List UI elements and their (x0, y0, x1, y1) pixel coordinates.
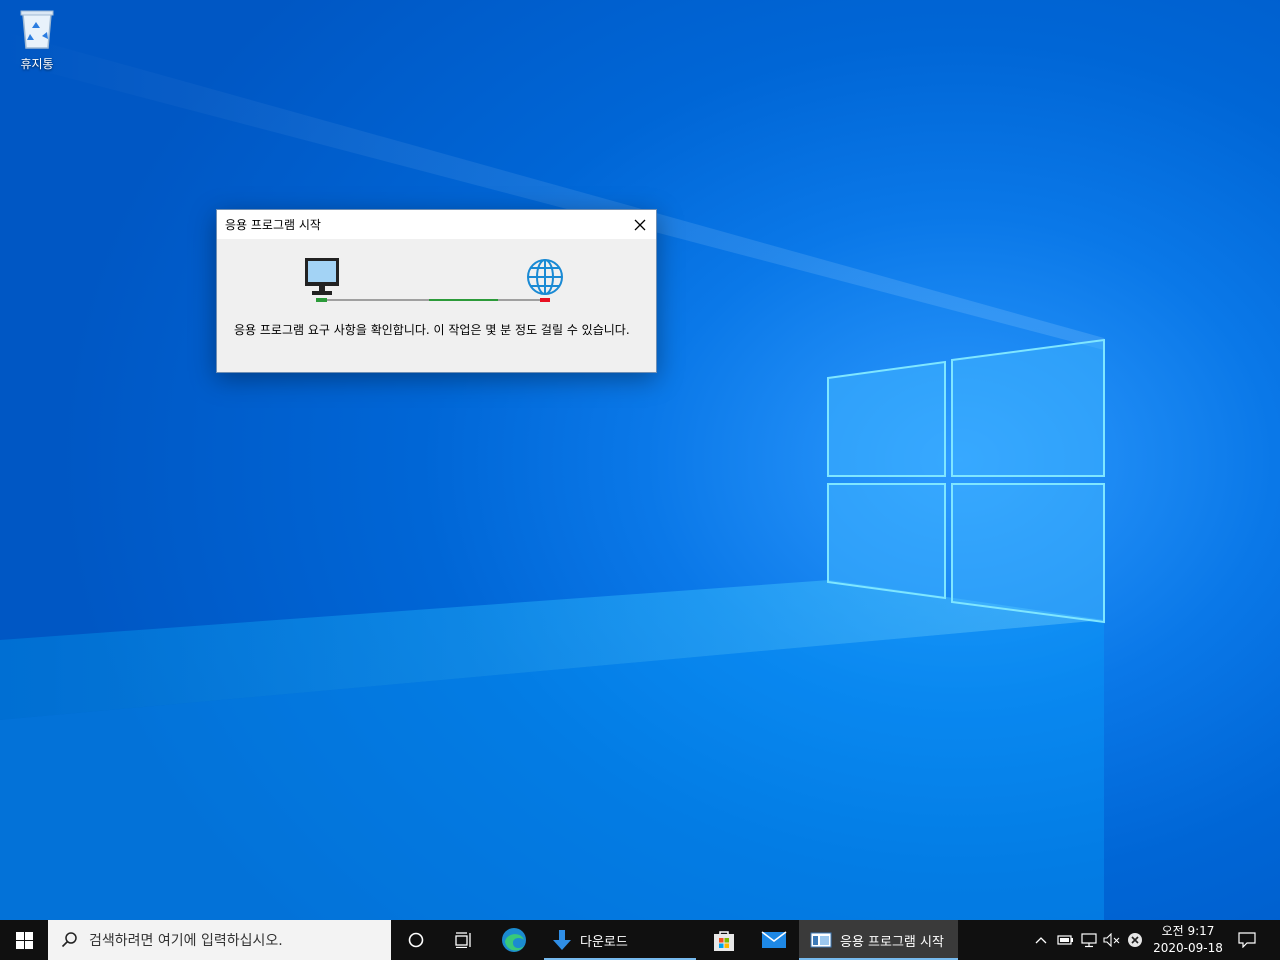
clock-time: 오전 9:17 (1161, 924, 1215, 938)
notifications-button[interactable] (1230, 920, 1264, 960)
windows-icon (15, 931, 33, 949)
battery-icon (1057, 935, 1073, 945)
globe-icon (527, 259, 563, 295)
computer-icon (305, 258, 339, 295)
desktop: 휴지통 응용 프로그램 시작 응용 프로그램 요구 사항을 확인합니다. 이 작… (0, 0, 1280, 920)
edge-icon (502, 928, 526, 952)
task-view-button[interactable] (441, 920, 487, 960)
network-icon (1081, 933, 1097, 948)
app-window-icon (810, 932, 832, 948)
taskbar: 검색하려면 여기에 입력하십시오. 다운로드 응용 프로그램 시작 오전 9:1… (0, 920, 1280, 960)
cortana-icon (408, 932, 424, 948)
dialog-titlebar[interactable]: 응용 프로그램 시작 (217, 210, 656, 239)
progress-line (316, 298, 550, 302)
dialog-message: 응용 프로그램 요구 사항을 확인합니다. 이 작업은 몇 분 정도 걸릴 수 … (234, 323, 630, 337)
store-icon (714, 931, 734, 951)
store-button[interactable] (701, 920, 747, 960)
notification-icon (1238, 932, 1256, 948)
start-button[interactable] (0, 920, 48, 960)
recycle-bin[interactable]: 휴지통 (8, 6, 66, 72)
taskbar-item-download[interactable]: 다운로드 (544, 920, 696, 960)
search-icon (61, 932, 77, 948)
volume-muted-icon (1103, 933, 1120, 947)
cortana-button[interactable] (393, 920, 439, 960)
taskbar-item-app-launch[interactable]: 응용 프로그램 시작 (799, 920, 958, 960)
mail-button[interactable] (751, 920, 797, 960)
recycle-bin-icon (20, 10, 54, 49)
network-button[interactable] (1078, 920, 1100, 960)
close-icon (634, 219, 646, 230)
recycle-bin-label: 휴지통 (20, 57, 54, 71)
task-view-icon (455, 932, 471, 948)
volume-button[interactable] (1101, 920, 1123, 960)
search-box[interactable]: 검색하려면 여기에 입력하십시오. (48, 920, 391, 960)
edge-button[interactable] (491, 920, 537, 960)
dialog-title: 응용 프로그램 시작 (225, 218, 321, 232)
show-hidden-icons-button[interactable] (1030, 920, 1052, 960)
action-status-button[interactable] (1124, 920, 1146, 960)
taskbar-item-app-launch-label: 응용 프로그램 시작 (840, 934, 944, 950)
connection-graphic (305, 258, 563, 302)
close-button[interactable] (624, 210, 656, 239)
mail-icon (761, 931, 787, 948)
download-icon (553, 930, 571, 950)
search-placeholder: 검색하려면 여기에 입력하십시오. (89, 933, 283, 949)
chevron-up-icon (1035, 937, 1047, 944)
clock-date: 2020-09-18 (1153, 941, 1223, 955)
battery-button[interactable] (1054, 920, 1076, 960)
taskbar-item-download-label: 다운로드 (580, 934, 628, 950)
app-launch-dialog: 응용 프로그램 시작 응용 프로그램 요구 사항을 확인합니다. 이 작업은 몇… (216, 209, 657, 373)
clock[interactable]: 오전 9:17 2020-09-18 (1148, 920, 1228, 960)
windows-logo-wallpaper (827, 338, 1105, 624)
error-icon (1128, 933, 1142, 947)
